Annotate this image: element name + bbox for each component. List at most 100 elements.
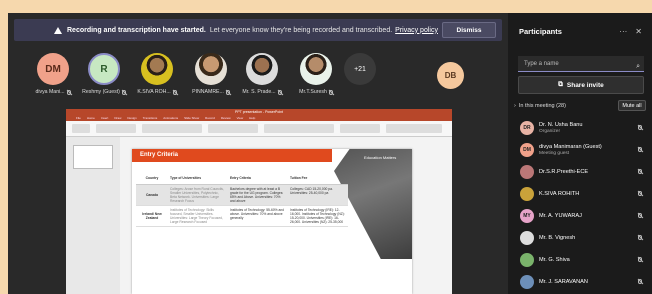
avatar bbox=[520, 253, 534, 267]
slide-photo-label: Education Matters bbox=[364, 155, 397, 160]
mic-off-icon bbox=[121, 89, 126, 95]
participant-tile[interactable]: K.SIVA ROH... bbox=[132, 53, 182, 95]
dismiss-button[interactable]: Dismiss bbox=[442, 22, 496, 38]
avatar bbox=[520, 231, 534, 245]
shared-screen: PPT presentation - PowerPoint File Home In… bbox=[66, 109, 452, 294]
participant-name: K.SIVA ROH... bbox=[137, 89, 171, 95]
search-placeholder: Type a name bbox=[524, 61, 559, 67]
search-icon[interactable]: ⌕ bbox=[636, 59, 640, 75]
ppt-tab[interactable]: Review bbox=[221, 116, 231, 120]
ppt-tab[interactable]: Draw bbox=[114, 116, 121, 120]
participant-row[interactable]: K.SIVA ROHITH bbox=[508, 183, 652, 205]
mic-off-icon[interactable] bbox=[638, 191, 642, 196]
ppt-tab[interactable]: Record bbox=[205, 116, 215, 120]
participant-row[interactable]: Mr. B. Vignesh bbox=[508, 227, 652, 249]
mute-all-button[interactable]: Mute all bbox=[618, 100, 646, 111]
avatar: R bbox=[88, 53, 120, 85]
participant-name: Mr. G. Shiva bbox=[539, 256, 570, 263]
mic-off-icon[interactable] bbox=[638, 235, 642, 240]
participant-row[interactable]: MY Mr. A. YUWARAJ bbox=[508, 205, 652, 227]
avatar bbox=[520, 165, 534, 179]
more-participants-button[interactable]: +21 bbox=[344, 53, 376, 85]
mic-off-icon bbox=[172, 89, 177, 95]
panel-header: Participants ··· ✕ bbox=[508, 13, 652, 49]
avatar bbox=[300, 53, 332, 85]
mic-off-icon[interactable] bbox=[638, 257, 642, 262]
participant-row[interactable]: DM divya Manimaran (Guest) Meeting guest bbox=[508, 139, 652, 161]
avatar: DR bbox=[520, 121, 534, 135]
participant-row[interactable]: Mr. J. SARAVANAN bbox=[508, 271, 652, 293]
mic-off-icon[interactable] bbox=[638, 147, 642, 152]
share-icon: ⧉ bbox=[558, 81, 563, 88]
participant-name: Mr. S. Prade... bbox=[242, 89, 276, 95]
more-options-icon[interactable]: ··· bbox=[619, 27, 627, 36]
table-header-cell: Tuition Fee bbox=[290, 175, 308, 180]
slide-thumbnail[interactable] bbox=[73, 145, 113, 169]
chevron-down-icon: › bbox=[514, 103, 516, 109]
in-meeting-section[interactable]: › In this meeting (28) Mute all bbox=[514, 99, 646, 113]
participant-role: Meeting guest bbox=[539, 150, 570, 156]
self-avatar: DB bbox=[437, 62, 464, 89]
mic-off-icon bbox=[66, 89, 71, 95]
mic-off-icon[interactable] bbox=[638, 169, 642, 174]
participant-tile[interactable]: DM divya Mani... bbox=[28, 53, 78, 95]
participant-tile[interactable]: Mr.T.Suresh bbox=[291, 53, 341, 95]
table-header: Country Type of Universities Entry Crite… bbox=[136, 171, 348, 185]
participant-name-row: Reshmy (Guest) bbox=[79, 89, 129, 95]
table-header-cell: Type of Universities bbox=[170, 175, 202, 180]
participant-list: DR Dr. N. Usha Banu Organizer DM divya Manim… bbox=[508, 117, 652, 293]
participants-panel: Participants ··· ✕ Type a name ⌕ ⧉ Share … bbox=[508, 13, 652, 294]
entry-criteria-table: Country Type of Universities Entry Crite… bbox=[136, 171, 348, 227]
mic-off-icon bbox=[225, 89, 230, 95]
mic-off-icon bbox=[328, 89, 333, 95]
participant-tile[interactable]: Mr. S. Prade... bbox=[237, 53, 287, 95]
warning-icon bbox=[54, 26, 62, 34]
banner-bold-text: Recording and transcription have started… bbox=[67, 26, 206, 34]
participant-role: Organizer bbox=[539, 128, 561, 134]
participant-name-row: divya Mani... bbox=[28, 89, 78, 95]
table-header-cell: Entry Criteria bbox=[230, 175, 251, 180]
ppt-tab[interactable]: Help bbox=[249, 116, 255, 120]
ppt-tab[interactable]: Insert bbox=[101, 116, 109, 120]
ppt-tab[interactable]: Animations bbox=[163, 116, 178, 120]
search-input[interactable]: Type a name ⌕ bbox=[518, 56, 644, 72]
ppt-tab[interactable]: Design bbox=[127, 116, 136, 120]
meeting-stage: Recording and transcription have started… bbox=[8, 13, 508, 294]
table-cell: Canada bbox=[146, 193, 158, 197]
mic-off-icon[interactable] bbox=[638, 125, 642, 130]
participant-row[interactable]: DR Dr. N. Usha Banu Organizer bbox=[508, 117, 652, 139]
share-invite-button[interactable]: ⧉ Share invite bbox=[518, 76, 644, 94]
slide-heading: Entry Criteria bbox=[132, 149, 332, 162]
privacy-policy-link[interactable]: Privacy policy bbox=[395, 27, 438, 34]
recording-banner: Recording and transcription have started… bbox=[14, 19, 502, 41]
ppt-tab[interactable]: View bbox=[237, 116, 243, 120]
participant-row[interactable]: Dr.S.R.Preethi-ECE bbox=[508, 161, 652, 183]
table-header-cell: Country bbox=[145, 175, 159, 180]
table-cell: Colleges: Arose from Rural Councils, Sma… bbox=[170, 187, 224, 203]
table-cell: Colleges: CAD 15-20,000 pa. Universities… bbox=[290, 187, 333, 195]
participant-tile[interactable]: R Reshmy (Guest) bbox=[79, 53, 129, 95]
ppt-tab[interactable]: File bbox=[76, 116, 81, 120]
mic-off-icon[interactable] bbox=[638, 213, 642, 218]
ppt-ribbon bbox=[66, 121, 452, 137]
participant-name: K.SIVA ROHITH bbox=[539, 190, 580, 197]
participant-name: Mr. A. YUWARAJ bbox=[539, 212, 582, 219]
table-cell: Institutes of Technology: 55-60% and abo… bbox=[230, 208, 285, 220]
mic-off-icon[interactable] bbox=[638, 279, 642, 284]
ppt-tab[interactable]: Transitions bbox=[143, 116, 158, 120]
participant-row[interactable]: Mr. G. Shiva bbox=[508, 249, 652, 271]
participant-name: Mr. J. SARAVANAN bbox=[539, 278, 588, 285]
participant-name: PINNAMRE... bbox=[192, 89, 224, 95]
participant-tile[interactable]: PINNAMRE... bbox=[186, 53, 236, 95]
table-row: Ireland/ New Zealand Institutes of Techn… bbox=[136, 206, 348, 227]
avatar: MY bbox=[520, 209, 534, 223]
ppt-tab[interactable]: Slide Show bbox=[184, 116, 199, 120]
table-cell: Institutes of Technology (IRE): 12-16,00… bbox=[290, 208, 345, 224]
close-icon[interactable]: ✕ bbox=[635, 27, 642, 36]
ppt-tab[interactable]: Home bbox=[87, 116, 95, 120]
avatar bbox=[520, 275, 534, 289]
participant-name: Dr.S.R.Preethi-ECE bbox=[539, 168, 589, 175]
teams-window: Recording and transcription have started… bbox=[8, 13, 652, 294]
avatar: DM bbox=[520, 143, 534, 157]
slide-thumbnails bbox=[66, 137, 120, 294]
